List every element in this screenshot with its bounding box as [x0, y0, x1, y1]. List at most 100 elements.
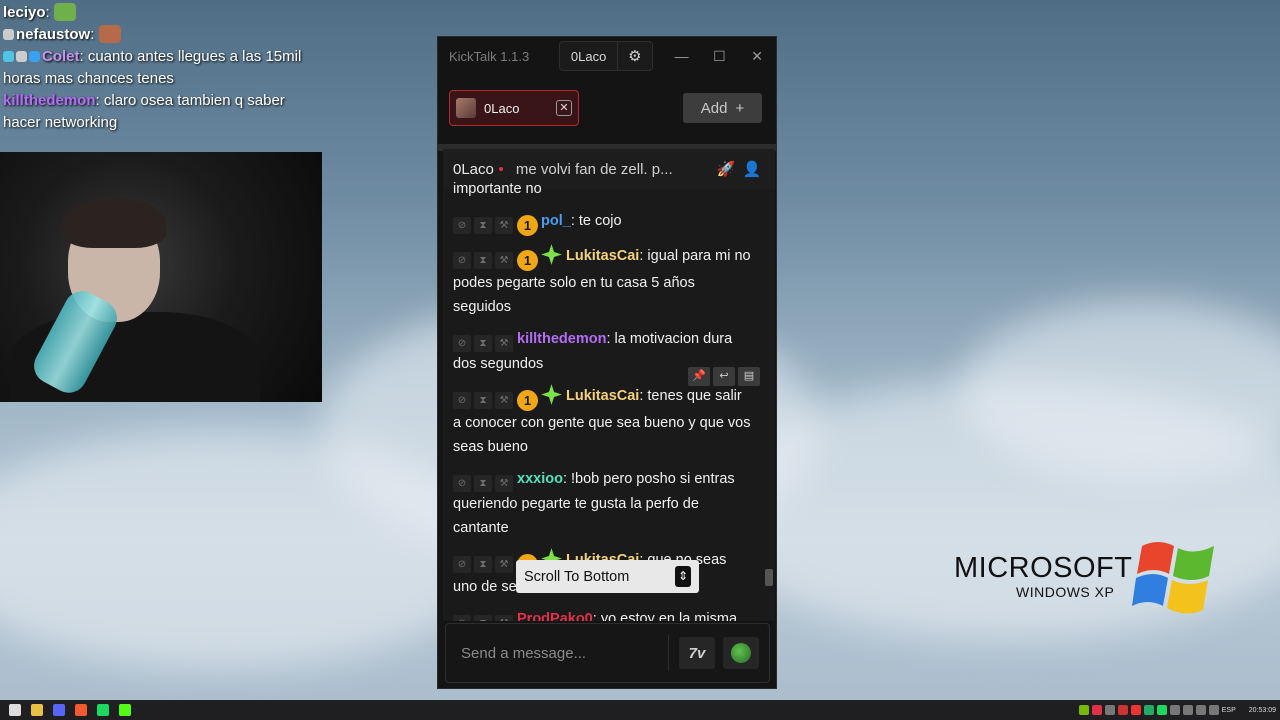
- message-hover-actions: 📌 ↩ ▤: [688, 367, 760, 386]
- overlay-username: nefaustow: [16, 26, 91, 43]
- hammer-icon[interactable]: ⚒: [495, 217, 513, 234]
- chat-message[interactable]: ⊘ ⧗ ⚒ 1 pol_: te cojo: [443, 205, 763, 240]
- gem-icon: [29, 51, 40, 62]
- message-input[interactable]: [461, 644, 668, 662]
- timeout-icon[interactable]: ⧗: [474, 615, 492, 621]
- app-icon[interactable]: [1169, 705, 1180, 715]
- hammer-icon[interactable]: ⚒: [495, 335, 513, 352]
- copy-icon[interactable]: ▤: [738, 367, 760, 386]
- ban-icon[interactable]: ⊘: [453, 335, 471, 352]
- chat-tab-0laco[interactable]: 0Laco ✕: [449, 90, 579, 126]
- ban-icon[interactable]: ⊘: [453, 556, 471, 573]
- app-title: KickTalk 1.1.3: [449, 48, 530, 64]
- minimize-button[interactable]: —: [663, 48, 701, 64]
- message-username[interactable]: ProdPako0: [517, 611, 593, 621]
- chat-message[interactable]: ⊘ ⧗ ⚒ 1 LukitasCai: igual para mi no podes p…: [443, 240, 763, 323]
- kick-emote-icon: [731, 643, 751, 663]
- record-icon[interactable]: [1130, 705, 1141, 715]
- reply-icon[interactable]: ↩: [713, 367, 735, 386]
- add-chat-button[interactable]: Add +: [683, 93, 762, 123]
- mod-actions: ⊘⧗⚒: [453, 392, 513, 409]
- message-username[interactable]: xxxioo: [517, 471, 563, 487]
- app-icon[interactable]: [1143, 705, 1154, 715]
- chat-message[interactable]: ⊘ ⧗ ⚒ xxxioo: !bob pero posho si entras que…: [443, 463, 763, 544]
- mod-actions: ⊘⧗⚒: [453, 217, 513, 234]
- hammer-icon[interactable]: ⚒: [495, 615, 513, 621]
- ban-icon[interactable]: ⊘: [453, 475, 471, 492]
- hammer-icon[interactable]: ⚒: [495, 252, 513, 269]
- shield-icon[interactable]: [1117, 705, 1128, 715]
- nvidia-icon[interactable]: [1078, 705, 1089, 715]
- folder-icon[interactable]: [31, 704, 43, 716]
- spotify-icon[interactable]: [97, 704, 109, 716]
- app-icon[interactable]: [1091, 705, 1102, 715]
- brave-icon[interactable]: [75, 704, 87, 716]
- mod-actions: ⊘⧗⚒: [453, 556, 513, 573]
- timeout-icon[interactable]: ⧗: [474, 556, 492, 573]
- face-emote: [98, 25, 121, 43]
- settings-button[interactable]: ⚙: [616, 41, 653, 71]
- timeout-icon[interactable]: ⧗: [474, 475, 492, 492]
- app-icon[interactable]: [1104, 705, 1115, 715]
- network-icon[interactable]: [1182, 705, 1193, 715]
- overlay-chat-line: Colet: cuanto antes llegues a las 15mil …: [3, 48, 302, 87]
- username-colon: :: [570, 213, 579, 229]
- mod-actions: ⊘⧗⚒: [453, 475, 513, 492]
- user-icon[interactable]: 👤: [739, 160, 765, 178]
- logo-word: MICROSOFT: [954, 552, 1133, 584]
- kicktalk-window: KickTalk 1.1.3 0Laco ⚙ — ☐ ✕ 0Laco ✕ Add…: [437, 36, 777, 689]
- hammer-icon[interactable]: ⚒: [495, 556, 513, 573]
- chat-tabs-row: 0Laco ✕ Add +: [438, 75, 776, 141]
- clock[interactable]: 20:53:09: [1249, 707, 1276, 714]
- 7tv-emote-button[interactable]: 7v: [679, 637, 715, 669]
- channel-name[interactable]: 0Laco: [453, 161, 494, 178]
- close-window-button[interactable]: ✕: [738, 48, 776, 65]
- discord-icon[interactable]: [53, 704, 65, 716]
- microphone-icon[interactable]: [1195, 705, 1206, 715]
- overlay-chat-line: leciyo:: [0, 2, 320, 24]
- ban-icon[interactable]: ⊘: [453, 252, 471, 269]
- ban-icon[interactable]: ⊘: [453, 217, 471, 234]
- chat-message[interactable]: ⊘ ⧗ ⚒ 1 LukitasCai: tenes que salir a conoce…: [443, 380, 763, 463]
- system-tray: ESP 20:53:09: [1078, 705, 1276, 715]
- message-username[interactable]: LukitasCai: [566, 248, 639, 264]
- app-icon[interactable]: [1156, 705, 1167, 715]
- hammer-icon[interactable]: ⚒: [495, 475, 513, 492]
- chat-area[interactable]: 0Laco me volvi fan de zell. p... 🚀 👤 imp…: [443, 149, 775, 621]
- mod-actions: ⊘⧗⚒: [453, 335, 513, 352]
- timeout-icon[interactable]: ⧗: [474, 252, 492, 269]
- chat-message[interactable]: ⊘⧗⚒ ProdPako0: yo estoy en la misma: [443, 603, 763, 621]
- message-username[interactable]: LukitasCai: [566, 388, 639, 404]
- close-tab-button[interactable]: ✕: [556, 100, 572, 116]
- plus-icon: +: [735, 99, 745, 117]
- ban-icon[interactable]: ⊘: [453, 615, 471, 621]
- username-colon: :: [562, 471, 571, 487]
- pin-icon[interactable]: 📌: [688, 367, 710, 386]
- user-profile-button[interactable]: 0Laco: [559, 41, 617, 71]
- timeout-icon[interactable]: ⧗: [474, 392, 492, 409]
- hammer-icon[interactable]: ⚒: [495, 392, 513, 409]
- ban-icon[interactable]: ⊘: [453, 392, 471, 409]
- kick-emote-button[interactable]: [723, 637, 759, 669]
- scroll-arrows-icon: ⇕: [675, 566, 691, 587]
- overlay-chat-line: nefaustow:: [0, 24, 320, 46]
- message-username[interactable]: pol_: [541, 213, 571, 229]
- timeout-icon[interactable]: ⧗: [474, 335, 492, 352]
- chat-message[interactable]: importante no: [443, 177, 763, 205]
- scrollbar-thumb[interactable]: [765, 569, 773, 586]
- timeout-icon[interactable]: ⧗: [474, 217, 492, 234]
- title-bar[interactable]: KickTalk 1.1.3 0Laco ⚙ — ☐ ✕: [438, 37, 776, 75]
- message-username[interactable]: killthedemon: [517, 331, 606, 347]
- start-icon[interactable]: [9, 704, 21, 716]
- mod-actions: ⊘⧗⚒: [453, 252, 513, 269]
- language-indicator[interactable]: ESP: [1222, 707, 1236, 714]
- maximize-button[interactable]: ☐: [700, 48, 738, 65]
- volume-icon[interactable]: [1208, 705, 1219, 715]
- chat-bubble-icon: [3, 29, 14, 40]
- scroll-to-bottom-button[interactable]: Scroll To Bottom ⇕: [516, 560, 699, 593]
- windows-flag-icon: [1132, 542, 1214, 614]
- message-text: te cojo: [578, 213, 622, 229]
- webcam-person-hair: [62, 198, 166, 248]
- rocket-icon[interactable]: 🚀: [713, 160, 739, 178]
- kick-icon[interactable]: [119, 704, 131, 716]
